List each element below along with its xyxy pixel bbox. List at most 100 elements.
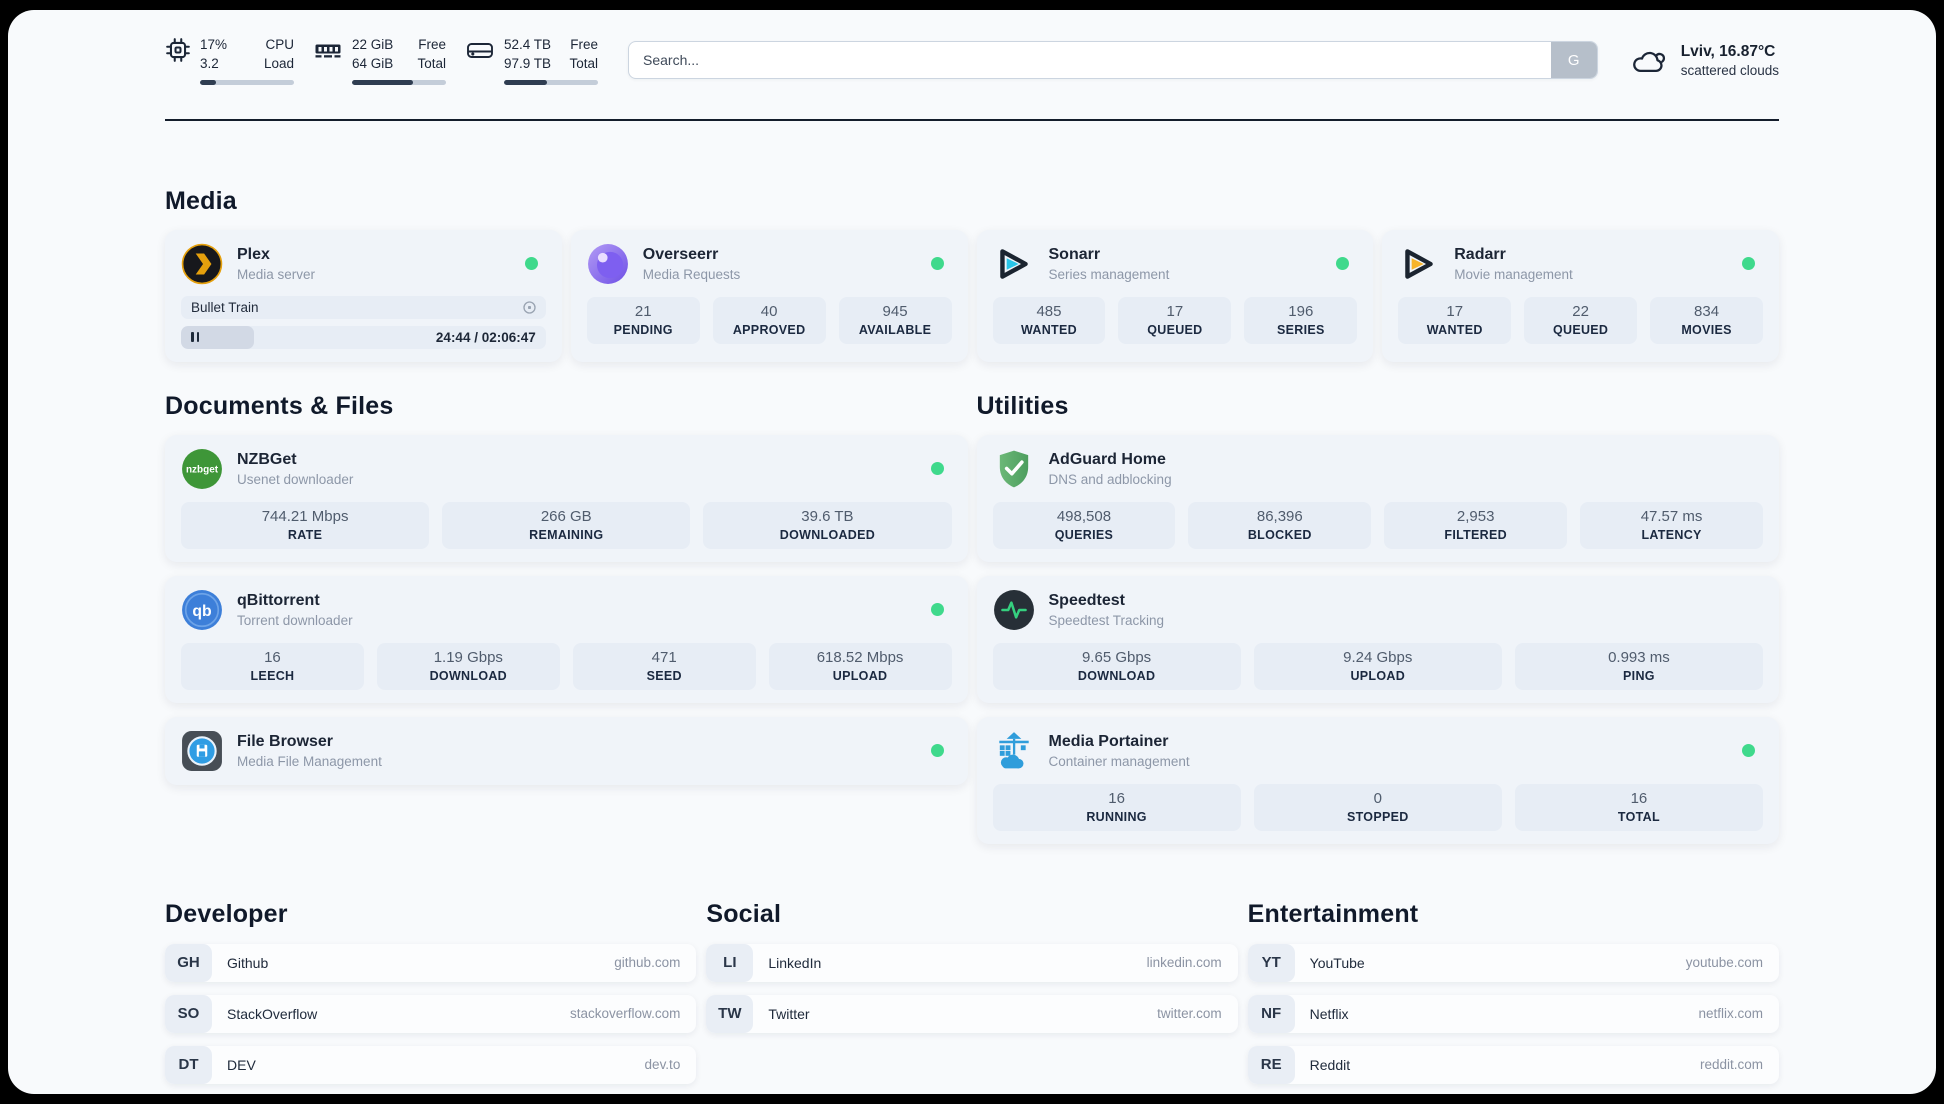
app-name: Overseerr (642, 245, 719, 263)
memory-free-value: 22 GiB (352, 37, 394, 52)
app-desc: Usenet downloader (237, 471, 354, 487)
app-name: Radarr (1454, 245, 1506, 263)
bookmark-netflix[interactable]: NF Netflix netflix.com (1247, 994, 1779, 1033)
app-name: NZBGet (237, 450, 297, 468)
bookmark-name: Reddit (1309, 1056, 1351, 1073)
stat-blocked: 86,396 BLOCKED (1188, 501, 1372, 549)
portainer-card[interactable]: Media Portainer Container management 16 … (976, 716, 1779, 844)
stat-total: 16 TOTAL (1514, 783, 1764, 831)
search-input[interactable] (628, 41, 1598, 80)
bookmark-dev[interactable]: DT DEV dev.to (165, 1045, 697, 1084)
bookmark-name: Github (227, 954, 269, 971)
app-desc: Speedtest Tracking (1048, 612, 1165, 628)
bookmark-abbr: YT (1247, 943, 1295, 982)
disk-total-label: Total (569, 55, 598, 71)
bookmark-twitter[interactable]: TW Twitter twitter.com (706, 994, 1238, 1033)
memory-total-value: 64 GiB (352, 55, 394, 71)
radarr-card[interactable]: Radarr Movie management 17 WANTED 22 QUE… (1382, 229, 1779, 362)
documents-section-title: Documents & Files (165, 391, 394, 420)
cpu-usage-value: 17% (200, 37, 228, 52)
bookmark-abbr: RE (1247, 1045, 1295, 1084)
stat-movies: 834 MOVIES (1650, 296, 1764, 344)
bookmark-name: YouTube (1309, 954, 1365, 971)
now-playing-row: Bullet Train (181, 295, 546, 319)
bookmark-host: twitter.com (1157, 1006, 1222, 1022)
speedtest-card[interactable]: Speedtest Speedtest Tracking 9.65 Gbps D… (976, 575, 1779, 703)
disk-free-label: Free (570, 37, 598, 52)
memory-total-label: Total (417, 55, 446, 71)
bookmark-name: Twitter (768, 1005, 810, 1022)
media-section-title: Media (165, 186, 237, 215)
adguard-icon (993, 448, 1035, 490)
nzbget-card[interactable]: nzbget NZBGet Usenet downloader 744.21 M… (165, 434, 968, 562)
sonarr-icon (993, 243, 1035, 285)
cloud-icon (1630, 43, 1668, 77)
bookmark-host: linkedin.com (1146, 955, 1222, 971)
system-metrics: 17% 3.2 CPU Load 22 GiB 64 GiB Free Tota… (165, 36, 598, 85)
bookmark-reddit[interactable]: RE Reddit reddit.com (1247, 1045, 1779, 1084)
section-developer: Developer GH Github github.com SO StackO… (165, 900, 697, 1084)
bookmark-host: dev.to (644, 1057, 681, 1073)
overseerr-card[interactable]: Overseerr Media Requests 21 PENDING 40 A… (570, 229, 968, 362)
app-desc: Media File Management (237, 753, 382, 769)
disk-metric: 52.4 TB 97.9 TB Free Total (465, 36, 598, 85)
speedtest-icon (993, 589, 1035, 631)
now-playing-title: Bullet Train (191, 299, 259, 315)
qbittorrent-card[interactable]: qb qBittorrent Torrent downloader 16 LEE… (165, 575, 968, 703)
memory-icon (313, 37, 343, 63)
weather-location-temp: Lviv, 16.87°C (1680, 42, 1776, 60)
filebrowser-card[interactable]: File Browser Media File Management (165, 716, 968, 785)
bookmark-host: reddit.com (1699, 1057, 1763, 1073)
plex-card[interactable]: Plex Media server Bullet Train 24:44 / 0… (165, 229, 562, 362)
bookmark-abbr: DT (165, 1045, 212, 1084)
bookmark-youtube[interactable]: YT YouTube youtube.com (1247, 943, 1779, 982)
adguard-card[interactable]: AdGuard Home DNS and adblocking 498,508 … (976, 434, 1779, 562)
search-engine-button[interactable]: G (1550, 42, 1597, 79)
bookmark-host: github.com (614, 955, 681, 971)
stat-wanted: 485 WANTED (992, 296, 1106, 344)
status-dot-online (1742, 744, 1755, 758)
memory-metric: 22 GiB 64 GiB Free Total (313, 36, 446, 85)
playback-time: 24:44 / 02:06:47 (435, 329, 536, 345)
stat-available: 945 AVAILABLE (838, 296, 952, 344)
stat-wanted: 17 WANTED (1398, 296, 1512, 344)
status-dot-online (1336, 257, 1350, 271)
stat-queued: 22 QUEUED (1524, 296, 1638, 344)
cpu-load-value: 3.2 (200, 55, 219, 71)
session-target-icon[interactable] (522, 300, 537, 315)
sonarr-card[interactable]: Sonarr Series management 485 WANTED 17 Q… (976, 229, 1374, 362)
app-name: qBittorrent (237, 591, 320, 609)
cpu-progress-bar (200, 79, 294, 85)
bookmark-name: LinkedIn (768, 954, 822, 971)
stat-queries: 498,508 QUERIES (992, 501, 1176, 549)
status-dot-online (930, 744, 944, 758)
disk-total-value: 97.9 TB (504, 55, 552, 71)
disk-icon (465, 37, 495, 63)
bookmark-linkedin[interactable]: LI LinkedIn linkedin.com (706, 943, 1238, 982)
stat-download: 1.19 Gbps DOWNLOAD (376, 642, 560, 690)
radarr-icon (1398, 243, 1440, 285)
top-bar: 17% 3.2 CPU Load 22 GiB 64 GiB Free Tota… (8, 10, 1936, 85)
memory-free-label: Free (418, 37, 446, 52)
bookmark-stackoverflow[interactable]: SO StackOverflow stackoverflow.com (165, 994, 697, 1033)
utilities-section-title: Utilities (976, 391, 1069, 420)
stat-queued: 17 QUEUED (1118, 296, 1232, 344)
app-name: Plex (237, 245, 270, 263)
stat-stopped: 0 STOPPED (1253, 783, 1502, 831)
social-section-title: Social (706, 899, 782, 928)
plex-icon (181, 243, 223, 285)
bookmark-github[interactable]: GH Github github.com (165, 943, 697, 982)
bookmark-name: DEV (227, 1056, 256, 1073)
stat-upload: 9.24 Gbps UPLOAD (1253, 642, 1502, 690)
stat-leech: 16 LEECH (181, 642, 364, 690)
stat-series: 196 SERIES (1244, 296, 1358, 344)
status-dot-online (524, 257, 538, 271)
pause-icon[interactable] (191, 332, 200, 343)
cpu-load-label: Load (263, 55, 294, 71)
bookmark-abbr: NF (1247, 994, 1295, 1033)
stat-rate: 744.21 Mbps RATE (181, 501, 430, 549)
app-desc: DNS and adblocking (1048, 471, 1172, 487)
app-desc: Media Requests (642, 266, 741, 282)
dashboard-page: 17% 3.2 CPU Load 22 GiB 64 GiB Free Tota… (8, 10, 1936, 1094)
svg-text:qb: qb (192, 603, 211, 620)
